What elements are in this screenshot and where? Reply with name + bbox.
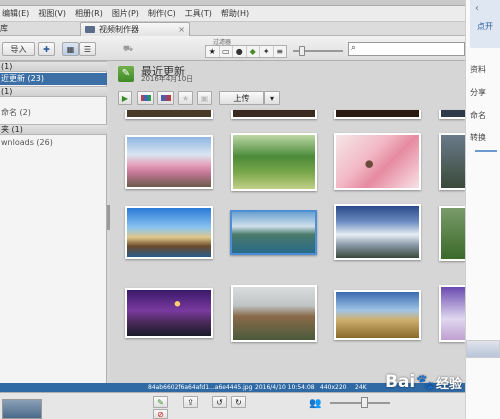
list-view-icon[interactable]: ☰ [79, 42, 96, 56]
recent-folder-icon: ✎ [118, 66, 134, 82]
photo-thumbnail[interactable] [439, 110, 465, 119]
photo-thumbnail[interactable] [439, 206, 465, 261]
photo-cherry-blossom-road[interactable] [125, 135, 213, 189]
place-filter-icon[interactable]: ◆ [247, 46, 260, 57]
menu-view[interactable]: 视图(V) [38, 8, 66, 19]
photo-blue-lake-boats[interactable] [125, 206, 213, 259]
menu-picture[interactable]: 图片(P) [112, 8, 139, 19]
tab-video-maker[interactable]: 视频制作器 × [80, 22, 190, 36]
right-panel-line: 转换 [470, 133, 486, 142]
menu-album[interactable]: 相册(R) [75, 8, 103, 19]
menu-edit[interactable]: 编辑(E) [2, 8, 29, 19]
photo-snow-mountain[interactable] [334, 204, 421, 260]
cart-icon[interactable]: ⛟ [118, 42, 138, 56]
people-icon[interactable]: ✚ [38, 42, 55, 56]
status-dimensions: 440x220 [320, 384, 347, 391]
photo-thumbnail[interactable] [125, 110, 213, 119]
sidebar-item-recent[interactable]: 近更新 (23) [0, 73, 107, 85]
filter-group: ★ ▭ ● ◆ ✦ ≡ [205, 45, 287, 58]
close-icon[interactable]: × [178, 23, 185, 36]
movie-icon[interactable] [157, 91, 174, 105]
paw-icon: 🐾 [416, 373, 435, 391]
watermark-brand: Bai [385, 372, 416, 392]
save-icon[interactable]: ▣ [197, 91, 212, 105]
right-panel-divider [475, 150, 497, 152]
right-panel-header: ‹ 点开 [470, 0, 500, 48]
photo-mountain-lake-selected[interactable] [230, 210, 317, 255]
status-datetime: 2016/4/10 10:54:08 [255, 384, 315, 391]
sidebar-section-header[interactable]: 夹 (1) [0, 124, 107, 135]
tab-video-label: 视频制作器 [99, 25, 139, 34]
right-panel-line: 命名 [470, 111, 486, 120]
people-icon[interactable]: 👥 [309, 398, 321, 409]
upload-button[interactable]: 上传 [219, 91, 264, 105]
size-slider-thumb[interactable] [361, 397, 368, 408]
status-filename: 84ab6602f6a64afd1...a6e4445.jpg [148, 384, 253, 391]
photo-rock-peaks[interactable] [231, 285, 317, 342]
search-input[interactable] [348, 42, 465, 56]
menu-create[interactable]: 制作(C) [148, 8, 176, 19]
film-icon [85, 26, 95, 33]
import-button[interactable]: 导入 [2, 42, 35, 56]
search-icon: ⌕ [351, 43, 357, 53]
tab-library[interactable]: 库 [0, 22, 20, 36]
photo-thumbnail[interactable] [231, 110, 317, 119]
photo-golden-field[interactable] [334, 290, 421, 340]
preview-thumbnail[interactable] [2, 399, 42, 419]
play-slideshow-icon[interactable]: ▶ [118, 91, 132, 105]
sidebar-section-header[interactable]: (1) [0, 61, 107, 72]
star-filter-icon[interactable]: ★ [206, 46, 220, 57]
menubar: 编辑(E) 视图(V) 相册(R) 图片(P) 制作(C) 工具(T) 帮助(H… [0, 6, 465, 22]
rotate-right-icon[interactable]: ↻ [231, 396, 246, 408]
size-slider[interactable] [330, 402, 390, 404]
stop-icon[interactable]: ⊘ [153, 409, 168, 419]
sidebar-item-downloads[interactable]: wnloads (26) [0, 137, 107, 149]
photo-pink-flowers-bird[interactable] [334, 133, 421, 190]
video-filter-icon[interactable]: ▭ [220, 46, 233, 57]
sidebar-item-named[interactable]: 命名 (2) [0, 107, 107, 119]
location-filter-icon[interactable]: ✦ [260, 46, 274, 57]
tab-row [0, 22, 465, 36]
right-panel-link[interactable]: 点开 [477, 21, 493, 32]
chevron-down-icon[interactable]: ▾ [264, 91, 280, 105]
photo-thumbnail[interactable] [439, 133, 465, 190]
photo-purple-night-street[interactable] [125, 288, 213, 338]
photo-thumbnail[interactable] [439, 285, 465, 342]
photo-thumbnail[interactable] [334, 110, 421, 119]
grid-view-icon[interactable]: ▦ [62, 42, 79, 56]
list-filter-icon[interactable]: ≡ [274, 46, 287, 57]
menu-tools[interactable]: 工具(T) [185, 8, 212, 19]
folder-date: 2016年4月10日 [141, 75, 194, 83]
collage-icon[interactable] [137, 91, 154, 105]
sidebar-section-header[interactable]: (1) [0, 86, 107, 97]
photo-garden-girl[interactable] [231, 133, 317, 191]
edit-icon[interactable]: ✎ [153, 396, 168, 408]
chevron-left-icon[interactable]: ‹ [475, 3, 479, 14]
upload-icon[interactable]: ⇪ [183, 396, 198, 408]
star-icon[interactable]: ★ [178, 91, 193, 105]
status-size: 24K [355, 384, 367, 391]
zoom-slider-thumb[interactable] [299, 46, 305, 56]
right-panel-thumbnail[interactable] [466, 340, 500, 358]
watermark-suffix: 经验 [435, 376, 462, 392]
right-panel-line: 资料 [470, 65, 486, 74]
baidu-watermark: Bai 🐾 经验 [385, 367, 500, 397]
person-filter-icon[interactable]: ● [233, 46, 247, 57]
menu-help[interactable]: 帮助(H) [221, 8, 249, 19]
rotate-left-icon[interactable]: ↺ [212, 396, 227, 408]
right-panel-line: 分享 [470, 88, 486, 97]
